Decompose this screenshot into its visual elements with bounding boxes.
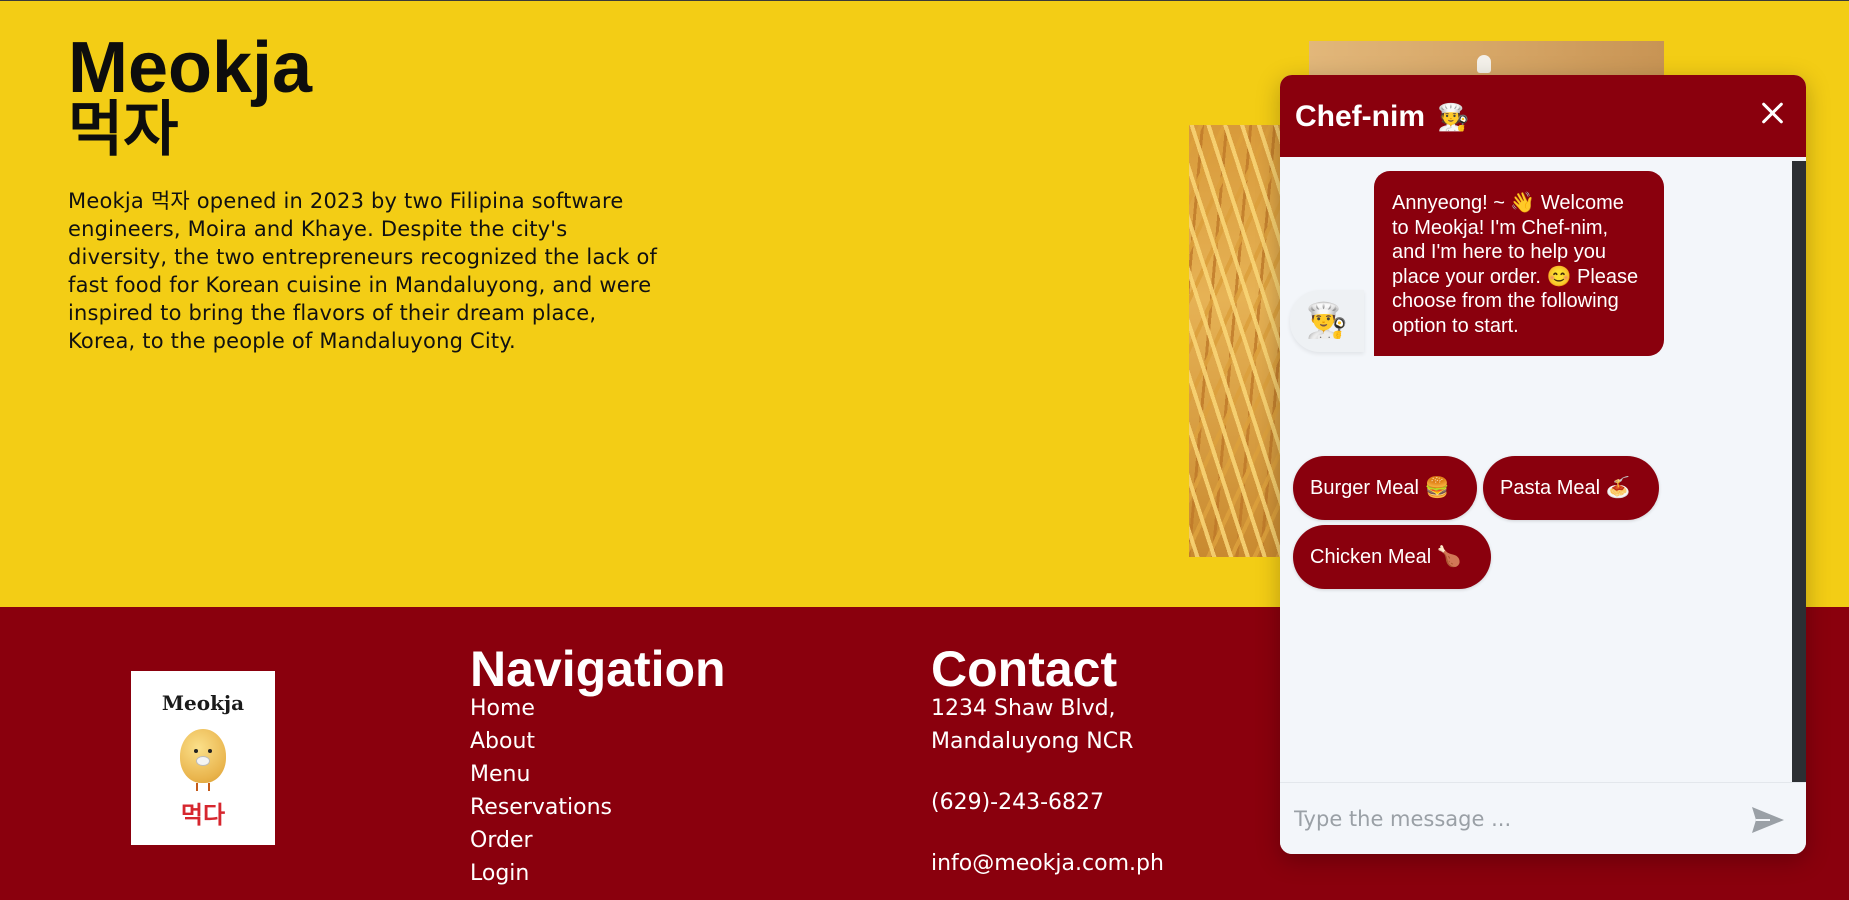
address-line-1: 1234 Shaw Blvd,	[931, 696, 1116, 721]
fries-image	[1189, 125, 1289, 557]
contact-title: Contact	[931, 641, 1118, 697]
chat-title: Chef-nim 🧑‍🍳	[1295, 97, 1469, 137]
option-chicken-meal-button[interactable]: Chicken Meal 🍗	[1293, 525, 1491, 589]
nav-link-about[interactable]: About	[470, 725, 612, 758]
page-title: Meokja	[68, 28, 313, 108]
option-pasta-meal-button[interactable]: Pasta Meal 🍝	[1483, 456, 1659, 520]
page-title-korean: 먹자	[68, 95, 179, 165]
email-address: info@meokja.com.ph	[931, 851, 1164, 876]
chat-header: Chef-nim 🧑‍🍳	[1280, 75, 1806, 159]
phone-number: (629)-243-6827	[931, 790, 1105, 815]
chat-input-bar	[1280, 782, 1806, 854]
footer-navigation: Home About Menu Reservations Order Login	[470, 692, 612, 890]
nav-link-login[interactable]: Login	[470, 857, 612, 890]
about-text: Meokja 먹자 opened in 2023 by two Filipina…	[68, 189, 658, 353]
chat-messages[interactable]: 👨‍🍳 Annyeong! ~ 👋 Welcome to Meokja! I'm…	[1280, 161, 1806, 782]
logo-korean: 먹다	[180, 801, 226, 829]
nav-link-order[interactable]: Order	[470, 824, 612, 857]
nav-link-reservations[interactable]: Reservations	[470, 791, 612, 824]
nav-link-home[interactable]: Home	[470, 692, 612, 725]
chick-mascot-icon	[180, 729, 226, 791]
close-icon[interactable]	[1756, 97, 1788, 129]
message-input[interactable]	[1294, 799, 1724, 839]
logo: Meokja 먹다	[131, 671, 275, 845]
chat-scrollbar[interactable]	[1792, 161, 1806, 782]
option-burger-meal-button[interactable]: Burger Meal 🍔	[1293, 456, 1477, 520]
logo-name: Meokja	[161, 691, 245, 715]
contact-info: 1234 Shaw Blvd, Mandaluyong NCR (629)-24…	[931, 692, 1164, 880]
address-line-2: Mandaluyong NCR	[931, 729, 1134, 754]
navigation-title: Navigation	[470, 641, 726, 697]
send-icon[interactable]	[1750, 805, 1786, 835]
bot-message: Annyeong! ~ 👋 Welcome to Meokja! I'm Che…	[1374, 171, 1664, 356]
bot-avatar-icon: 👨‍🍳	[1290, 290, 1364, 352]
chef-icon: 🧑‍🍳	[1437, 102, 1470, 132]
chat-title-text: Chef-nim	[1295, 100, 1425, 133]
nav-link-menu[interactable]: Menu	[470, 758, 612, 791]
chatbot-window: Chef-nim 🧑‍🍳 👨‍🍳 Annyeong! ~ 👋 Welcome to…	[1280, 75, 1806, 854]
